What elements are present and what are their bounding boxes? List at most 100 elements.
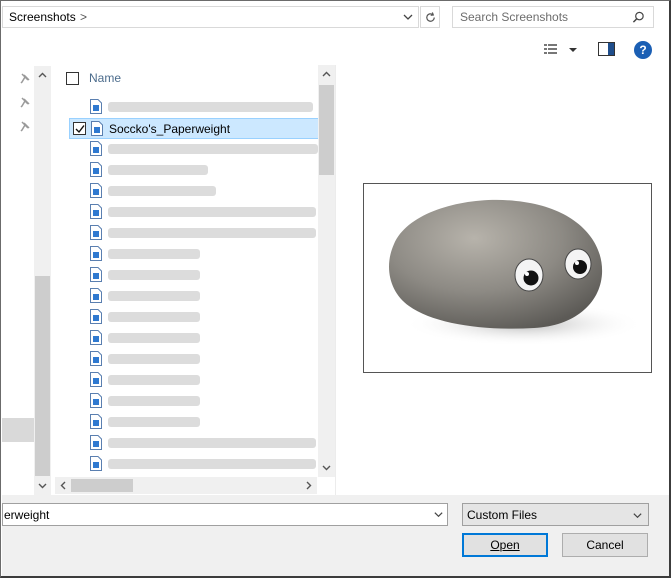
list-item[interactable] xyxy=(69,160,319,181)
blurred-file-name xyxy=(108,396,200,406)
preview-pane-icon[interactable] xyxy=(598,42,615,56)
rock-with-googly-eyes-image xyxy=(389,199,644,346)
preview-pane xyxy=(363,183,652,373)
column-name-header[interactable]: Name xyxy=(89,71,121,85)
image-file-icon xyxy=(90,99,102,114)
image-file-icon xyxy=(90,204,102,219)
list-item[interactable] xyxy=(69,391,319,412)
image-file-icon xyxy=(90,372,102,387)
search-box[interactable] xyxy=(452,6,654,28)
file-name-input[interactable] xyxy=(3,504,427,525)
nav-selected-item[interactable] xyxy=(2,418,34,442)
chevron-up-icon[interactable] xyxy=(37,70,48,81)
image-file-icon xyxy=(90,393,102,408)
chevron-down-icon[interactable] xyxy=(433,509,444,520)
image-file-icon xyxy=(90,435,102,450)
refresh-icon xyxy=(426,12,435,22)
file-list: Name Soccko's_Paperweight xyxy=(61,65,319,477)
breadcrumb-screenshots[interactable]: Screenshots xyxy=(9,10,76,24)
pin-icon[interactable] xyxy=(19,97,31,109)
chevron-down-icon[interactable] xyxy=(632,510,643,521)
list-item[interactable] xyxy=(69,349,319,370)
image-file-icon xyxy=(90,246,102,261)
image-file-icon xyxy=(90,456,102,471)
file-name-combobox[interactable] xyxy=(2,503,448,526)
list-item[interactable] xyxy=(69,223,319,244)
open-button-label: Open xyxy=(490,538,520,552)
image-file-icon xyxy=(90,162,102,177)
chevron-left-icon[interactable] xyxy=(58,480,69,491)
list-item[interactable] xyxy=(69,181,319,202)
search-input[interactable] xyxy=(453,7,629,27)
image-file-icon xyxy=(90,330,102,345)
blurred-file-name xyxy=(108,459,316,469)
list-item[interactable] xyxy=(69,244,319,265)
cancel-button[interactable]: Cancel xyxy=(562,533,648,557)
view-options-icon[interactable] xyxy=(543,41,583,59)
list-item[interactable] xyxy=(69,202,319,223)
list-item[interactable] xyxy=(69,370,319,391)
chevron-down-icon[interactable] xyxy=(402,11,414,23)
image-file-icon xyxy=(90,225,102,240)
dialog-footer: Custom Files Open Cancel xyxy=(2,495,669,576)
horizontal-scrollbar-thumb[interactable] xyxy=(71,479,133,492)
blurred-file-name xyxy=(108,354,200,364)
pin-icon[interactable] xyxy=(19,73,31,85)
file-open-dialog: Screenshots > ? Name xyxy=(0,0,671,578)
image-file-icon xyxy=(90,288,102,303)
blurred-file-name xyxy=(108,102,313,112)
list-item[interactable] xyxy=(69,97,319,118)
file-list-vertical-scrollbar[interactable] xyxy=(318,65,335,477)
nav-scrollbar-thumb[interactable] xyxy=(35,276,50,476)
blurred-file-name xyxy=(108,165,208,175)
breadcrumb-separator[interactable]: > xyxy=(80,10,87,24)
image-file-icon xyxy=(90,309,102,324)
open-button[interactable]: Open xyxy=(462,533,548,557)
file-type-value: Custom Files xyxy=(467,508,538,522)
pin-icon[interactable] xyxy=(19,121,31,133)
blurred-file-name xyxy=(108,270,200,280)
blurred-file-name xyxy=(108,144,318,154)
list-item[interactable] xyxy=(69,412,319,433)
selected-file-name: Soccko's_Paperweight xyxy=(109,122,231,136)
list-item[interactable] xyxy=(69,433,319,454)
image-file-icon xyxy=(90,267,102,282)
blurred-file-name xyxy=(108,417,200,427)
help-icon[interactable]: ? xyxy=(634,41,652,59)
address-bar[interactable]: Screenshots > xyxy=(2,6,419,28)
list-item[interactable] xyxy=(69,139,319,160)
blurred-file-name xyxy=(108,375,200,385)
chevron-down-icon[interactable] xyxy=(37,480,48,491)
blurred-file-name xyxy=(108,228,316,238)
image-file-icon xyxy=(90,351,102,366)
blurred-file-name xyxy=(108,249,200,259)
image-file-icon xyxy=(90,141,102,156)
item-checkbox[interactable] xyxy=(73,122,86,135)
search-icon[interactable] xyxy=(632,11,645,24)
vertical-scrollbar-thumb[interactable] xyxy=(319,85,334,175)
list-item[interactable] xyxy=(69,286,319,307)
file-type-select[interactable]: Custom Files xyxy=(462,503,649,526)
image-file-icon xyxy=(91,121,103,136)
list-item[interactable] xyxy=(69,265,319,286)
pane-divider xyxy=(335,65,336,495)
blurred-file-name xyxy=(108,207,316,217)
check-icon xyxy=(75,125,85,134)
list-item[interactable] xyxy=(69,307,319,328)
blurred-file-name xyxy=(108,333,200,343)
blurred-file-name xyxy=(108,438,316,448)
chevron-down-icon[interactable] xyxy=(321,462,332,473)
column-header: Name xyxy=(61,65,319,93)
blurred-file-name xyxy=(108,291,200,301)
file-list-horizontal-scrollbar[interactable] xyxy=(55,477,317,494)
select-all-checkbox[interactable] xyxy=(66,72,79,85)
refresh-button[interactable] xyxy=(420,6,440,28)
chevron-right-icon[interactable] xyxy=(303,480,314,491)
nav-scrollbar[interactable] xyxy=(34,66,51,496)
list-item-selected[interactable]: Soccko's_Paperweight xyxy=(69,118,319,139)
list-item[interactable] xyxy=(69,454,319,475)
image-file-icon xyxy=(90,183,102,198)
chevron-up-icon[interactable] xyxy=(321,69,332,80)
blurred-file-name xyxy=(108,186,216,196)
list-item[interactable] xyxy=(69,328,319,349)
